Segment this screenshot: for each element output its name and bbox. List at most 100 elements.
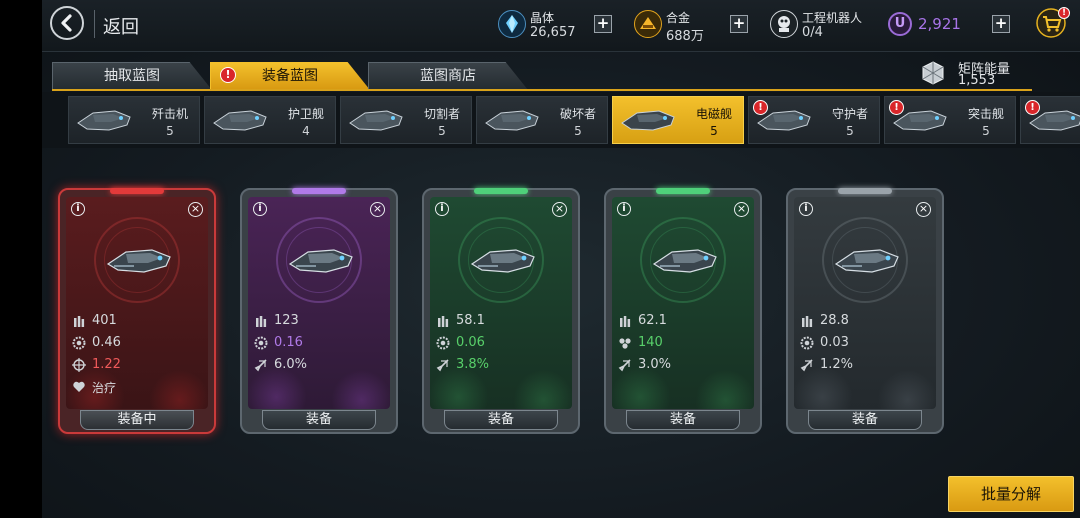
rarity-indicator xyxy=(838,188,892,194)
ship-thumbnail-icon xyxy=(483,103,541,139)
ship-type-item[interactable]: 切割者 5 xyxy=(340,96,472,144)
blueprint-card[interactable]: i × 62.1 140 3.0% 装备 xyxy=(604,188,762,434)
robots-label: 工程机器人 xyxy=(802,11,863,25)
card-stat-row: 401 xyxy=(72,313,202,331)
close-icon[interactable]: × xyxy=(734,202,749,217)
blueprint-card[interactable]: i × 28.8 0.03 1.2% 装备 xyxy=(786,188,944,434)
card-stat-value: 1.22 xyxy=(92,357,121,372)
back-label[interactable]: 返回 xyxy=(103,13,139,39)
card-stat-value: 401 xyxy=(92,313,117,328)
close-icon[interactable]: × xyxy=(916,202,931,217)
card-stat-row: 1.22 xyxy=(72,357,202,375)
crystal-value: 26,657 xyxy=(530,25,576,40)
info-icon[interactable]: i xyxy=(799,202,813,216)
equipped-button[interactable]: 装备中 xyxy=(80,410,194,430)
card-stat-row: 123 xyxy=(254,313,384,331)
alloy-label: 合金 xyxy=(666,11,691,25)
tab-draw-blueprint[interactable]: 抽取蓝图 xyxy=(52,62,212,90)
tab-label: 装备蓝图 xyxy=(262,68,318,84)
info-icon[interactable]: i xyxy=(617,202,631,216)
ship-thumbnail-icon xyxy=(619,103,677,139)
ship-type-item[interactable]: 守护者 5 ! xyxy=(748,96,880,144)
close-icon[interactable]: × xyxy=(370,202,385,217)
ship-type-count: 5 xyxy=(982,124,990,138)
info-icon[interactable]: i xyxy=(253,202,267,216)
card-body: i × 62.1 140 3.0% xyxy=(612,197,754,409)
card-stat-value: 62.1 xyxy=(638,313,667,328)
info-icon[interactable]: i xyxy=(435,202,449,216)
blueprint-card[interactable]: i × 58.1 0.06 3.8% 装备 xyxy=(422,188,580,434)
robots-value: 0/4 xyxy=(802,25,823,40)
card-stat-value: 0.16 xyxy=(274,335,303,350)
card-body: i × 123 0.16 6.0% xyxy=(248,197,390,409)
left-letterbox xyxy=(0,0,42,518)
ship-type-item[interactable]: 电磁舰 5 xyxy=(612,96,744,144)
alloy-icon xyxy=(634,10,662,38)
tab-equip-blueprint[interactable]: ! 装备蓝图 xyxy=(210,62,370,90)
card-stat-value: 3.8% xyxy=(456,357,490,372)
ship-type-count: 5 xyxy=(846,124,854,138)
card-stat-value: 28.8 xyxy=(820,313,849,328)
ship-type-name: 守护者 xyxy=(831,107,868,121)
ship-alert-badge: ! xyxy=(753,100,768,115)
add-alloy-button[interactable]: + xyxy=(730,15,748,33)
card-stat-row: 140 xyxy=(618,335,748,353)
tab-alert-badge: ! xyxy=(220,67,236,83)
crystal-icon xyxy=(498,10,526,38)
card-stat-value: 58.1 xyxy=(456,313,485,328)
equip-button[interactable]: 装备 xyxy=(808,410,922,430)
tab-blueprint-shop[interactable]: 蓝图商店 xyxy=(368,62,528,90)
matrix-energy-value: 1,553 xyxy=(958,73,996,88)
equip-button[interactable]: 装备 xyxy=(262,410,376,430)
close-icon[interactable]: × xyxy=(188,202,203,217)
resource-robots: 工程机器人 0/4 xyxy=(770,6,880,46)
card-stat-row: 0.16 xyxy=(254,335,384,353)
equip-button[interactable]: 装备 xyxy=(626,410,740,430)
ship-type-item[interactable]: ! xyxy=(1020,96,1080,144)
card-stat-value: 3.0% xyxy=(638,357,672,372)
ship-type-item[interactable]: 护卫舰 4 xyxy=(204,96,336,144)
game-screen: 返回 晶体 26,657 + 合金 688万 + 工程机器人 0/4 U 2,9… xyxy=(0,0,1080,518)
rarity-indicator xyxy=(292,188,346,194)
ship-type-name: 歼击机 xyxy=(151,107,188,121)
ship-type-item[interactable]: 歼击机 5 xyxy=(68,96,200,144)
ship-type-count: 5 xyxy=(438,124,446,138)
blueprint-card[interactable]: i × 123 0.16 6.0% 装备 xyxy=(240,188,398,434)
add-premium-button[interactable]: + xyxy=(992,15,1010,33)
card-stat-row: 3.8% xyxy=(436,357,566,375)
card-stat-value: 6.0% xyxy=(274,357,308,372)
ship-blueprint-image xyxy=(286,240,356,280)
card-stat-row: 58.1 xyxy=(436,313,566,331)
ship-type-count: 5 xyxy=(574,124,582,138)
card-body: i × 28.8 0.03 1.2% xyxy=(794,197,936,409)
card-stat-row: 62.1 xyxy=(618,313,748,331)
ship-type-item[interactable]: 突击舰 5 ! xyxy=(884,96,1016,144)
premium-currency-value: 2,921 xyxy=(918,15,961,33)
ship-type-count: 5 xyxy=(710,124,718,138)
batch-dismantle-button[interactable]: 批量分解 xyxy=(948,476,1074,512)
info-icon[interactable]: i xyxy=(71,202,85,216)
tabs-underline xyxy=(52,89,1032,91)
card-stat-value: 140 xyxy=(638,335,663,350)
robot-icon xyxy=(770,10,798,38)
back-button[interactable] xyxy=(50,6,84,40)
ship-blueprint-image xyxy=(468,240,538,280)
ship-type-item[interactable]: 破坏者 5 xyxy=(476,96,608,144)
card-stat-value: 0.46 xyxy=(92,335,121,350)
card-stat-row: 6.0% xyxy=(254,357,384,375)
close-icon[interactable]: × xyxy=(552,202,567,217)
blueprint-card[interactable]: i × 401 0.46 1.22 治疗 装备中 xyxy=(58,188,216,434)
ship-alert-badge: ! xyxy=(889,100,904,115)
chevron-left-icon xyxy=(61,14,72,32)
add-crystal-button[interactable]: + xyxy=(594,15,612,33)
ship-type-name: 突击舰 xyxy=(967,107,1004,121)
card-stat-row: 0.03 xyxy=(800,335,930,353)
ship-type-name: 破坏者 xyxy=(559,107,596,121)
ship-blueprint-image xyxy=(650,240,720,280)
premium-currency-icon: U xyxy=(888,12,912,36)
rarity-indicator xyxy=(656,188,710,194)
equip-button[interactable]: 装备 xyxy=(444,410,558,430)
rarity-indicator xyxy=(110,188,164,194)
card-stat-value: 0.03 xyxy=(820,335,849,350)
ship-type-count: 5 xyxy=(166,124,174,138)
